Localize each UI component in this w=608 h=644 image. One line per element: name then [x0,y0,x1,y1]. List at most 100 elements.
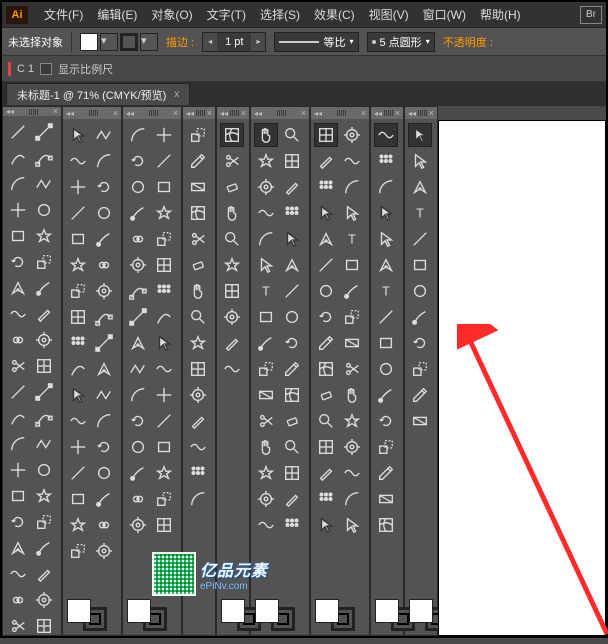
tool-button[interactable] [6,510,30,534]
tool-button[interactable] [408,331,432,355]
tool-button[interactable] [66,123,90,147]
tool-button[interactable] [126,227,150,251]
tool-button[interactable] [152,383,176,407]
tool-button[interactable] [6,120,30,144]
tool-button[interactable] [126,513,150,537]
tool-button[interactable] [254,461,278,485]
tool-button[interactable] [66,331,90,355]
tool-button[interactable] [340,305,364,329]
tool-button[interactable] [280,331,304,355]
tool-button[interactable] [92,383,116,407]
tool-button[interactable] [408,305,432,329]
tool-button[interactable] [186,409,210,433]
fill-proxy[interactable] [127,599,151,623]
tool-button[interactable] [92,149,116,173]
tool-button[interactable] [152,253,176,277]
tool-button[interactable] [32,276,56,300]
menu-file[interactable]: 文件(F) [38,4,89,25]
tool-button[interactable] [6,536,30,560]
tool-button[interactable] [408,279,432,303]
tool-button[interactable] [66,435,90,459]
grip-icon[interactable] [149,110,158,116]
menu-view[interactable]: 视图(V) [363,4,415,25]
collapse-icon[interactable]: ◂◂ [254,109,262,118]
fill-stroke-swatches[interactable]: ▾ ▾ [80,33,158,51]
tool-button[interactable] [6,146,30,170]
tool-button[interactable] [374,331,398,355]
tool-button[interactable] [280,227,304,251]
menu-type[interactable]: 文字(T) [201,4,252,25]
tool-button[interactable] [32,198,56,222]
collapse-icon[interactable]: ◂◂ [66,109,74,118]
tool-button[interactable] [340,461,364,485]
tool-button[interactable] [314,305,338,329]
tool-button[interactable] [92,409,116,433]
panel-header[interactable]: ◂◂× [3,107,61,116]
menu-object[interactable]: 对象(O) [145,4,198,25]
fill-proxy[interactable] [221,599,245,623]
tool-button[interactable] [374,487,398,511]
tool-button[interactable] [314,175,338,199]
tool-button[interactable] [374,123,398,147]
tool-button[interactable] [152,305,176,329]
tool-button[interactable] [408,175,432,199]
tool-button[interactable] [186,461,210,485]
tool-button[interactable] [314,513,338,537]
tool-button[interactable] [254,435,278,459]
tool-button[interactable] [6,172,30,196]
tool-button[interactable] [126,305,150,329]
tool-button[interactable] [6,250,30,274]
tool-button[interactable] [152,461,176,485]
tool-button[interactable] [92,123,116,147]
fill-stroke-proxy[interactable] [315,599,355,631]
tool-button[interactable] [220,279,244,303]
stroke-swatch[interactable] [120,33,138,51]
close-icon[interactable]: × [241,109,246,118]
tool-button[interactable] [340,383,364,407]
tool-button[interactable] [152,175,176,199]
tool-button[interactable] [280,409,304,433]
tool-button[interactable] [186,305,210,329]
tool-button[interactable]: T [254,279,278,303]
tool-button[interactable] [66,383,90,407]
tool-button[interactable] [254,123,278,147]
fill-stroke-proxy[interactable] [67,599,107,631]
tool-button[interactable] [6,562,30,586]
tool-button[interactable] [66,253,90,277]
tool-button[interactable] [152,357,176,381]
tool-button[interactable] [92,435,116,459]
tool-button[interactable] [254,409,278,433]
tool-button[interactable] [340,123,364,147]
tool-button[interactable] [6,484,30,508]
close-icon[interactable]: × [173,109,178,118]
tool-button[interactable] [152,149,176,173]
menu-edit[interactable]: 编辑(E) [91,4,143,25]
tool-button[interactable] [408,227,432,251]
panel-header[interactable]: ◂◂× [405,107,437,119]
tool-button[interactable] [126,435,150,459]
tool-button[interactable] [374,201,398,225]
tool-button[interactable] [186,357,210,381]
artboard[interactable] [438,120,606,636]
tool-button[interactable] [374,305,398,329]
tool-button[interactable] [186,435,210,459]
tool-button[interactable] [92,513,116,537]
tool-button[interactable] [254,513,278,537]
close-icon[interactable]: × [301,109,306,118]
tool-button[interactable] [32,562,56,586]
close-icon[interactable]: × [113,109,118,118]
panel-header[interactable]: ◂◂ × [251,107,309,119]
tool-button[interactable] [152,123,176,147]
tool-button[interactable] [6,198,30,222]
tool-button[interactable] [6,406,30,430]
fill-proxy[interactable] [315,599,339,623]
tool-button[interactable] [6,224,30,248]
tool-button[interactable] [126,383,150,407]
fill-proxy[interactable] [255,599,279,623]
close-tab-icon[interactable]: x [174,89,179,100]
tool-button[interactable] [314,123,338,147]
tool-button[interactable] [280,487,304,511]
tool-button[interactable] [32,120,56,144]
tool-button[interactable] [186,227,210,251]
tool-button[interactable] [280,435,304,459]
